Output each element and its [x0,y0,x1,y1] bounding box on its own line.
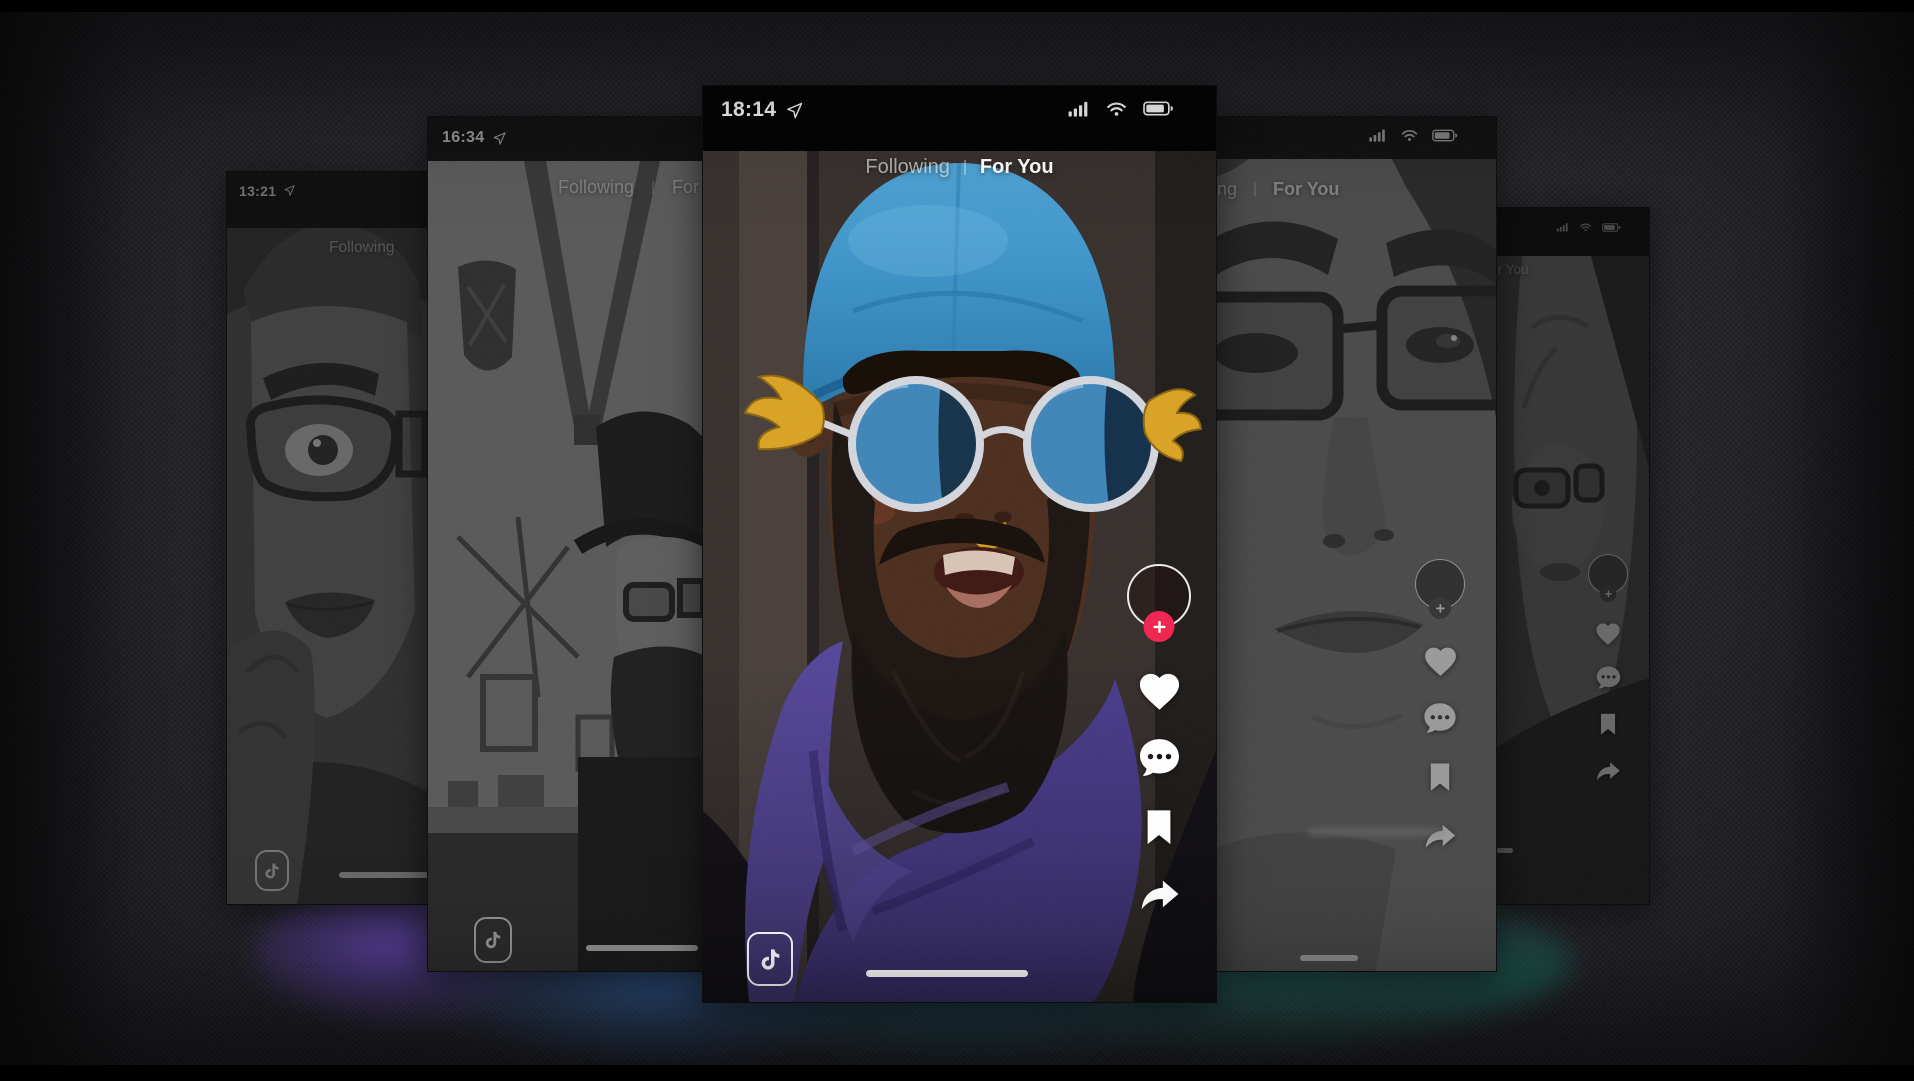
phone-screen-right: Following For You [1215,116,1497,972]
tab-for-you: For You [672,177,704,198]
location-arrow-icon [492,131,507,146]
profile-button [1588,554,1628,594]
profile-button[interactable] [1127,564,1191,628]
video-avatar-woman-catglasses [227,172,428,904]
wifi-icon [1105,100,1128,117]
status-time: 13:21 [239,183,276,199]
home-indicator [586,945,698,951]
feed-tabs: For You [1495,262,1529,277]
feed-tabs: Following For You [703,156,1216,179]
signal-icon [1067,100,1090,117]
like-icon [1422,643,1459,680]
signal-icon [1556,222,1569,232]
action-rail [1587,554,1629,785]
battery-icon [1143,101,1174,116]
bookmark-icon [1423,760,1457,794]
action-rail [1126,564,1192,917]
home-indicator [866,970,1028,977]
signal-icon [1368,128,1387,142]
follow-plus-icon[interactable] [1144,611,1175,642]
home-indicator [339,872,429,878]
tiktok-logo-icon [255,850,289,891]
wifi-icon [1579,222,1592,232]
tab-following[interactable]: Following [865,156,949,179]
action-rail [1414,559,1466,854]
feed-tabs: Following For You [558,177,704,198]
tab-divider [652,181,654,194]
like-icon[interactable] [1136,668,1183,715]
tab-divider [964,160,966,175]
share-icon [1594,757,1622,785]
home-indicator [1300,955,1358,961]
tab-for-you: For You [1273,179,1339,200]
status-icons [1067,100,1174,117]
bookmark-icon[interactable] [1138,806,1180,848]
follow-plus-icon [1429,597,1451,619]
letterbox-bar-bottom [0,1065,1914,1081]
feed-tabs: Following [329,239,394,257]
status-time: 18:14 [721,98,776,122]
tab-for-you[interactable]: For You [980,156,1054,179]
status-icons [1368,128,1458,142]
phone-screen-left: 16:34 Following For You [427,116,704,972]
battery-icon [1432,129,1458,142]
phone-screen-far-left: 13:21 Following [226,171,429,905]
tab-divider [1254,183,1256,196]
location-arrow-icon [785,101,804,120]
feed-tabs: Following For You [1215,179,1339,200]
tiktok-logo-icon [474,917,512,963]
follow-plus-icon [1600,585,1617,602]
share-icon[interactable] [1137,872,1182,917]
status-time: 16:34 [442,129,484,147]
tab-following: Following [558,177,634,198]
comment-icon[interactable] [1137,735,1182,780]
home-indicator [1496,848,1513,853]
tab-following: Following [1215,179,1237,200]
comment-icon [1595,664,1622,691]
comment-icon [1422,700,1458,736]
letterbox-bar-top [0,0,1914,12]
tiktok-logo-icon [747,932,793,986]
tab-following: Following [329,239,394,257]
bookmark-icon [1595,711,1621,737]
video-armor-room-avatar-man [428,117,703,971]
phone-screen-far-right: For You [1495,207,1650,905]
location-arrow-icon [283,184,296,197]
like-icon [1594,620,1622,648]
wifi-icon [1400,128,1419,142]
tab-for-you: For You [1495,262,1529,277]
battery-icon [1602,223,1621,232]
phone-screen-center: 18:14 Following For You [702,85,1217,1003]
tiktok-collage-scene: 13:21 Following [0,0,1914,1081]
profile-button [1415,559,1465,609]
status-icons [1556,222,1621,232]
blurred-caption-text [1308,827,1446,837]
